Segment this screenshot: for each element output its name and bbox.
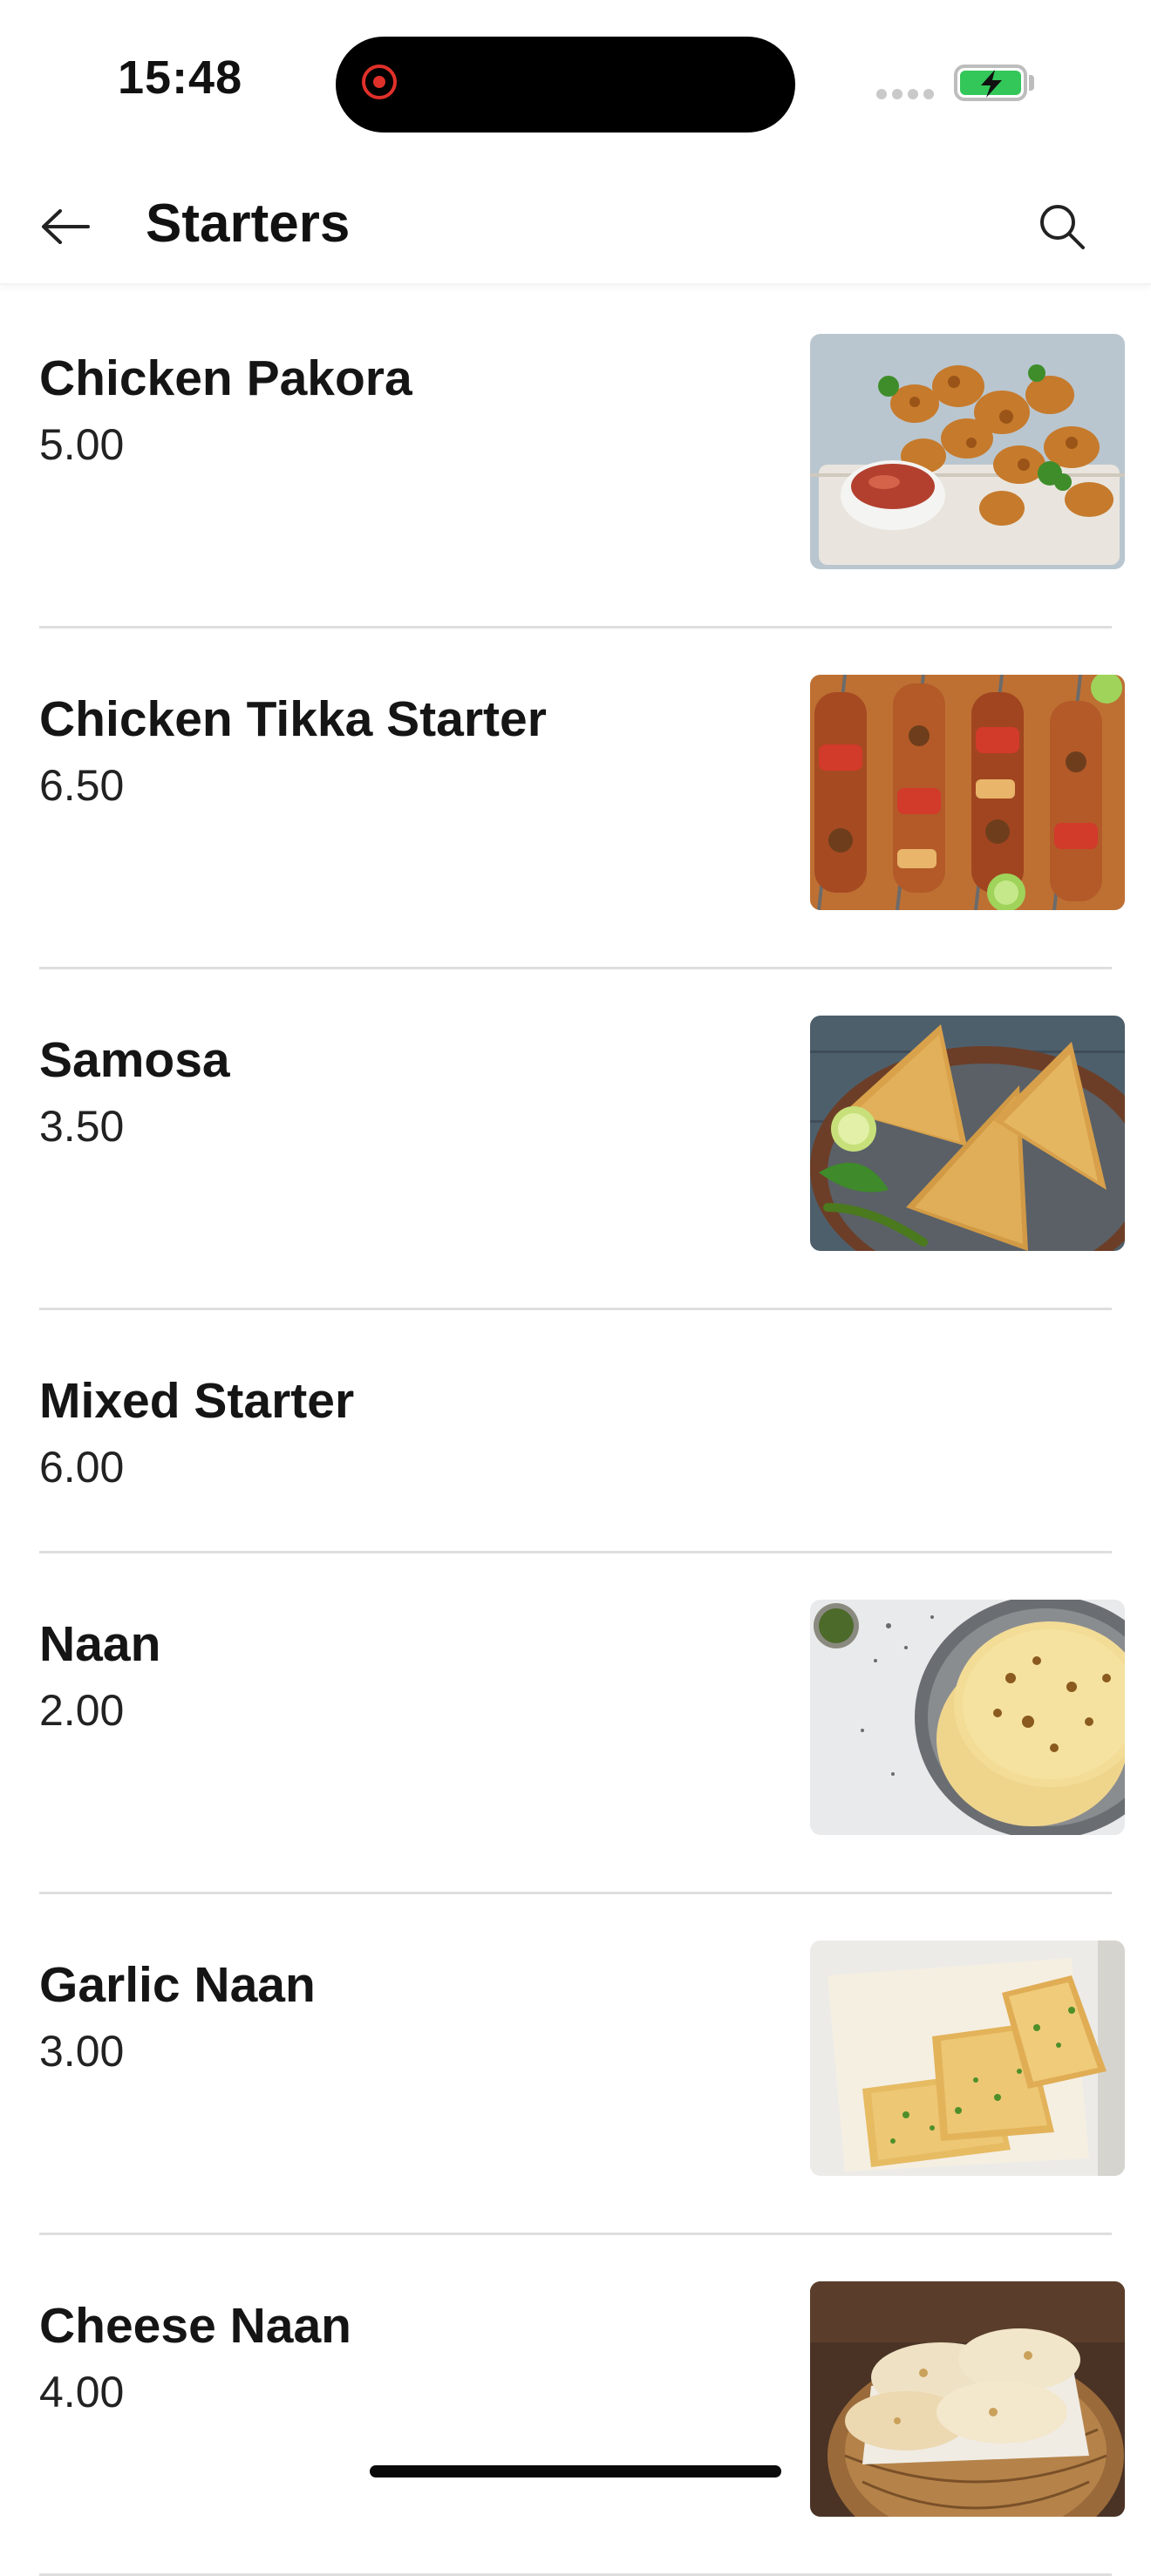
- back-button[interactable]: [35, 196, 96, 257]
- item-name: Naan: [39, 1616, 161, 1672]
- menu-item[interactable]: Mixed Starter 6.00: [39, 1310, 1112, 1553]
- menu-item[interactable]: Chicken Tikka Starter 6.50: [39, 629, 1125, 969]
- cellular-signal-icon: [876, 89, 934, 99]
- menu-item[interactable]: Chicken Pakora 5.00: [39, 288, 1125, 629]
- home-indicator[interactable]: [370, 2465, 781, 2477]
- battery-icon: [954, 65, 1027, 101]
- item-image: [810, 334, 1125, 569]
- item-price: 4.00: [39, 2368, 125, 2416]
- item-price: 5.00: [39, 420, 125, 469]
- app-header: Starters: [0, 166, 1151, 285]
- search-button[interactable]: [1029, 194, 1094, 259]
- item-name: Cheese Naan: [39, 2298, 352, 2354]
- arrow-left-icon: [42, 209, 90, 244]
- item-name: Chicken Tikka Starter: [39, 691, 547, 747]
- item-name: Garlic Naan: [39, 1957, 316, 2013]
- menu-list: Chicken Pakora 5.00 Chicken Tikka Starte…: [0, 288, 1151, 2576]
- item-price: 2.00: [39, 1686, 125, 1735]
- item-price: 6.00: [39, 1443, 125, 1492]
- page-title: Starters: [146, 194, 351, 254]
- item-image: [810, 1600, 1125, 1835]
- battery-cap: [1029, 75, 1034, 91]
- item-image: [810, 1940, 1125, 2176]
- status-bar: 15:48: [0, 0, 1151, 166]
- menu-item[interactable]: Naan 2.00: [39, 1553, 1125, 1894]
- screen-recording-icon: [362, 65, 397, 99]
- item-name: Chicken Pakora: [39, 350, 412, 406]
- charging-bolt-icon: [981, 70, 1002, 98]
- menu-item[interactable]: Garlic Naan 3.00: [39, 1894, 1125, 2235]
- menu-item[interactable]: Cheese Naan 4.00: [39, 2235, 1125, 2576]
- item-price: 3.00: [39, 2027, 125, 2076]
- item-price: 3.50: [39, 1102, 125, 1151]
- item-name: Samosa: [39, 1032, 230, 1088]
- search-icon: [1039, 204, 1085, 249]
- item-name: Mixed Starter: [39, 1373, 355, 1429]
- item-image: [810, 1016, 1125, 1251]
- dynamic-island: [336, 37, 795, 133]
- item-image: [810, 675, 1125, 910]
- status-time: 15:48: [118, 51, 243, 104]
- menu-item[interactable]: Samosa 3.50: [39, 969, 1125, 1310]
- item-price: 6.50: [39, 761, 125, 810]
- item-image: [810, 2281, 1125, 2517]
